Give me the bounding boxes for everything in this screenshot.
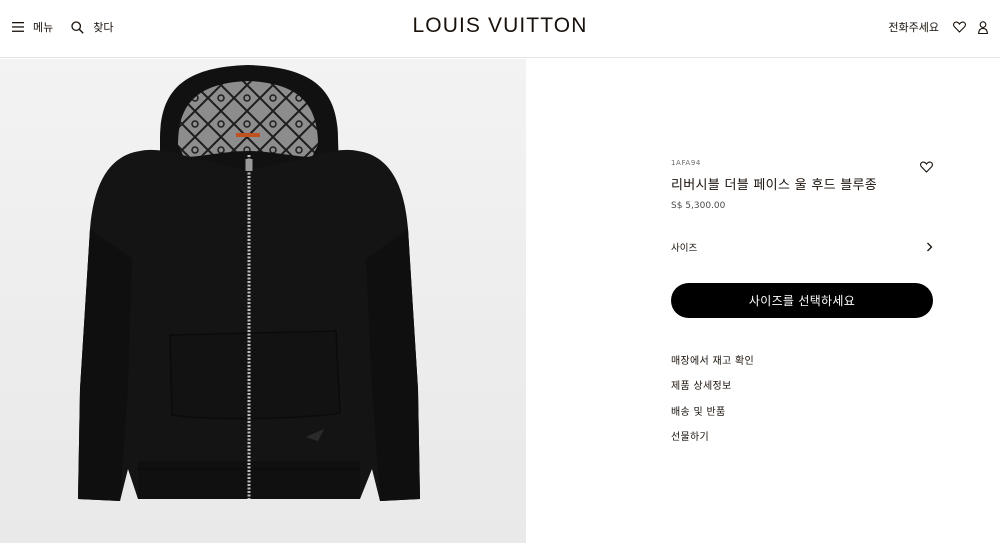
chevron-right-icon [927, 242, 933, 252]
brand-logo[interactable]: LOUIS VUITTON [413, 14, 588, 37]
product-image-gallery[interactable] [0, 59, 526, 543]
size-label: 사이즈 [671, 243, 698, 254]
product-links: 매장에서 재고 확인 제품 상세정보 배송 및 반품 선물하기 [671, 355, 933, 456]
check-store-stock-link[interactable]: 매장에서 재고 확인 [671, 355, 933, 380]
account-user-icon[interactable] [978, 20, 988, 34]
product-details-link[interactable]: 제품 상세정보 [671, 380, 933, 405]
wishlist-heart-icon[interactable] [953, 21, 966, 33]
site-header: 메뉴 찾다 LOUIS VUITTON 전화주세요 [0, 0, 1000, 58]
size-selector[interactable]: 사이즈 [671, 240, 933, 254]
hoodie-jacket-image [78, 65, 420, 501]
product-panel: 1AFA94 리버시블 더블 페이스 울 후드 블루종 S$ 5,300.00 … [671, 159, 933, 443]
gift-link[interactable]: 선물하기 [671, 431, 933, 456]
select-size-button[interactable]: 사이즈를 선택하세요 [671, 283, 933, 318]
shipping-returns-link[interactable]: 배송 및 반품 [671, 406, 933, 431]
product-sku: 1AFA94 [671, 159, 701, 167]
call-us-link[interactable]: 전화주세요 [888, 19, 939, 35]
product-price: S$ 5,300.00 [671, 201, 726, 211]
add-to-wishlist-heart-icon[interactable] [920, 161, 933, 173]
header-right: 전화주세요 [888, 19, 1000, 35]
product-name: 리버시블 더블 페이스 울 후드 블루종 [671, 178, 878, 193]
brand-logo-wrap: LOUIS VUITTON [0, 14, 1000, 38]
